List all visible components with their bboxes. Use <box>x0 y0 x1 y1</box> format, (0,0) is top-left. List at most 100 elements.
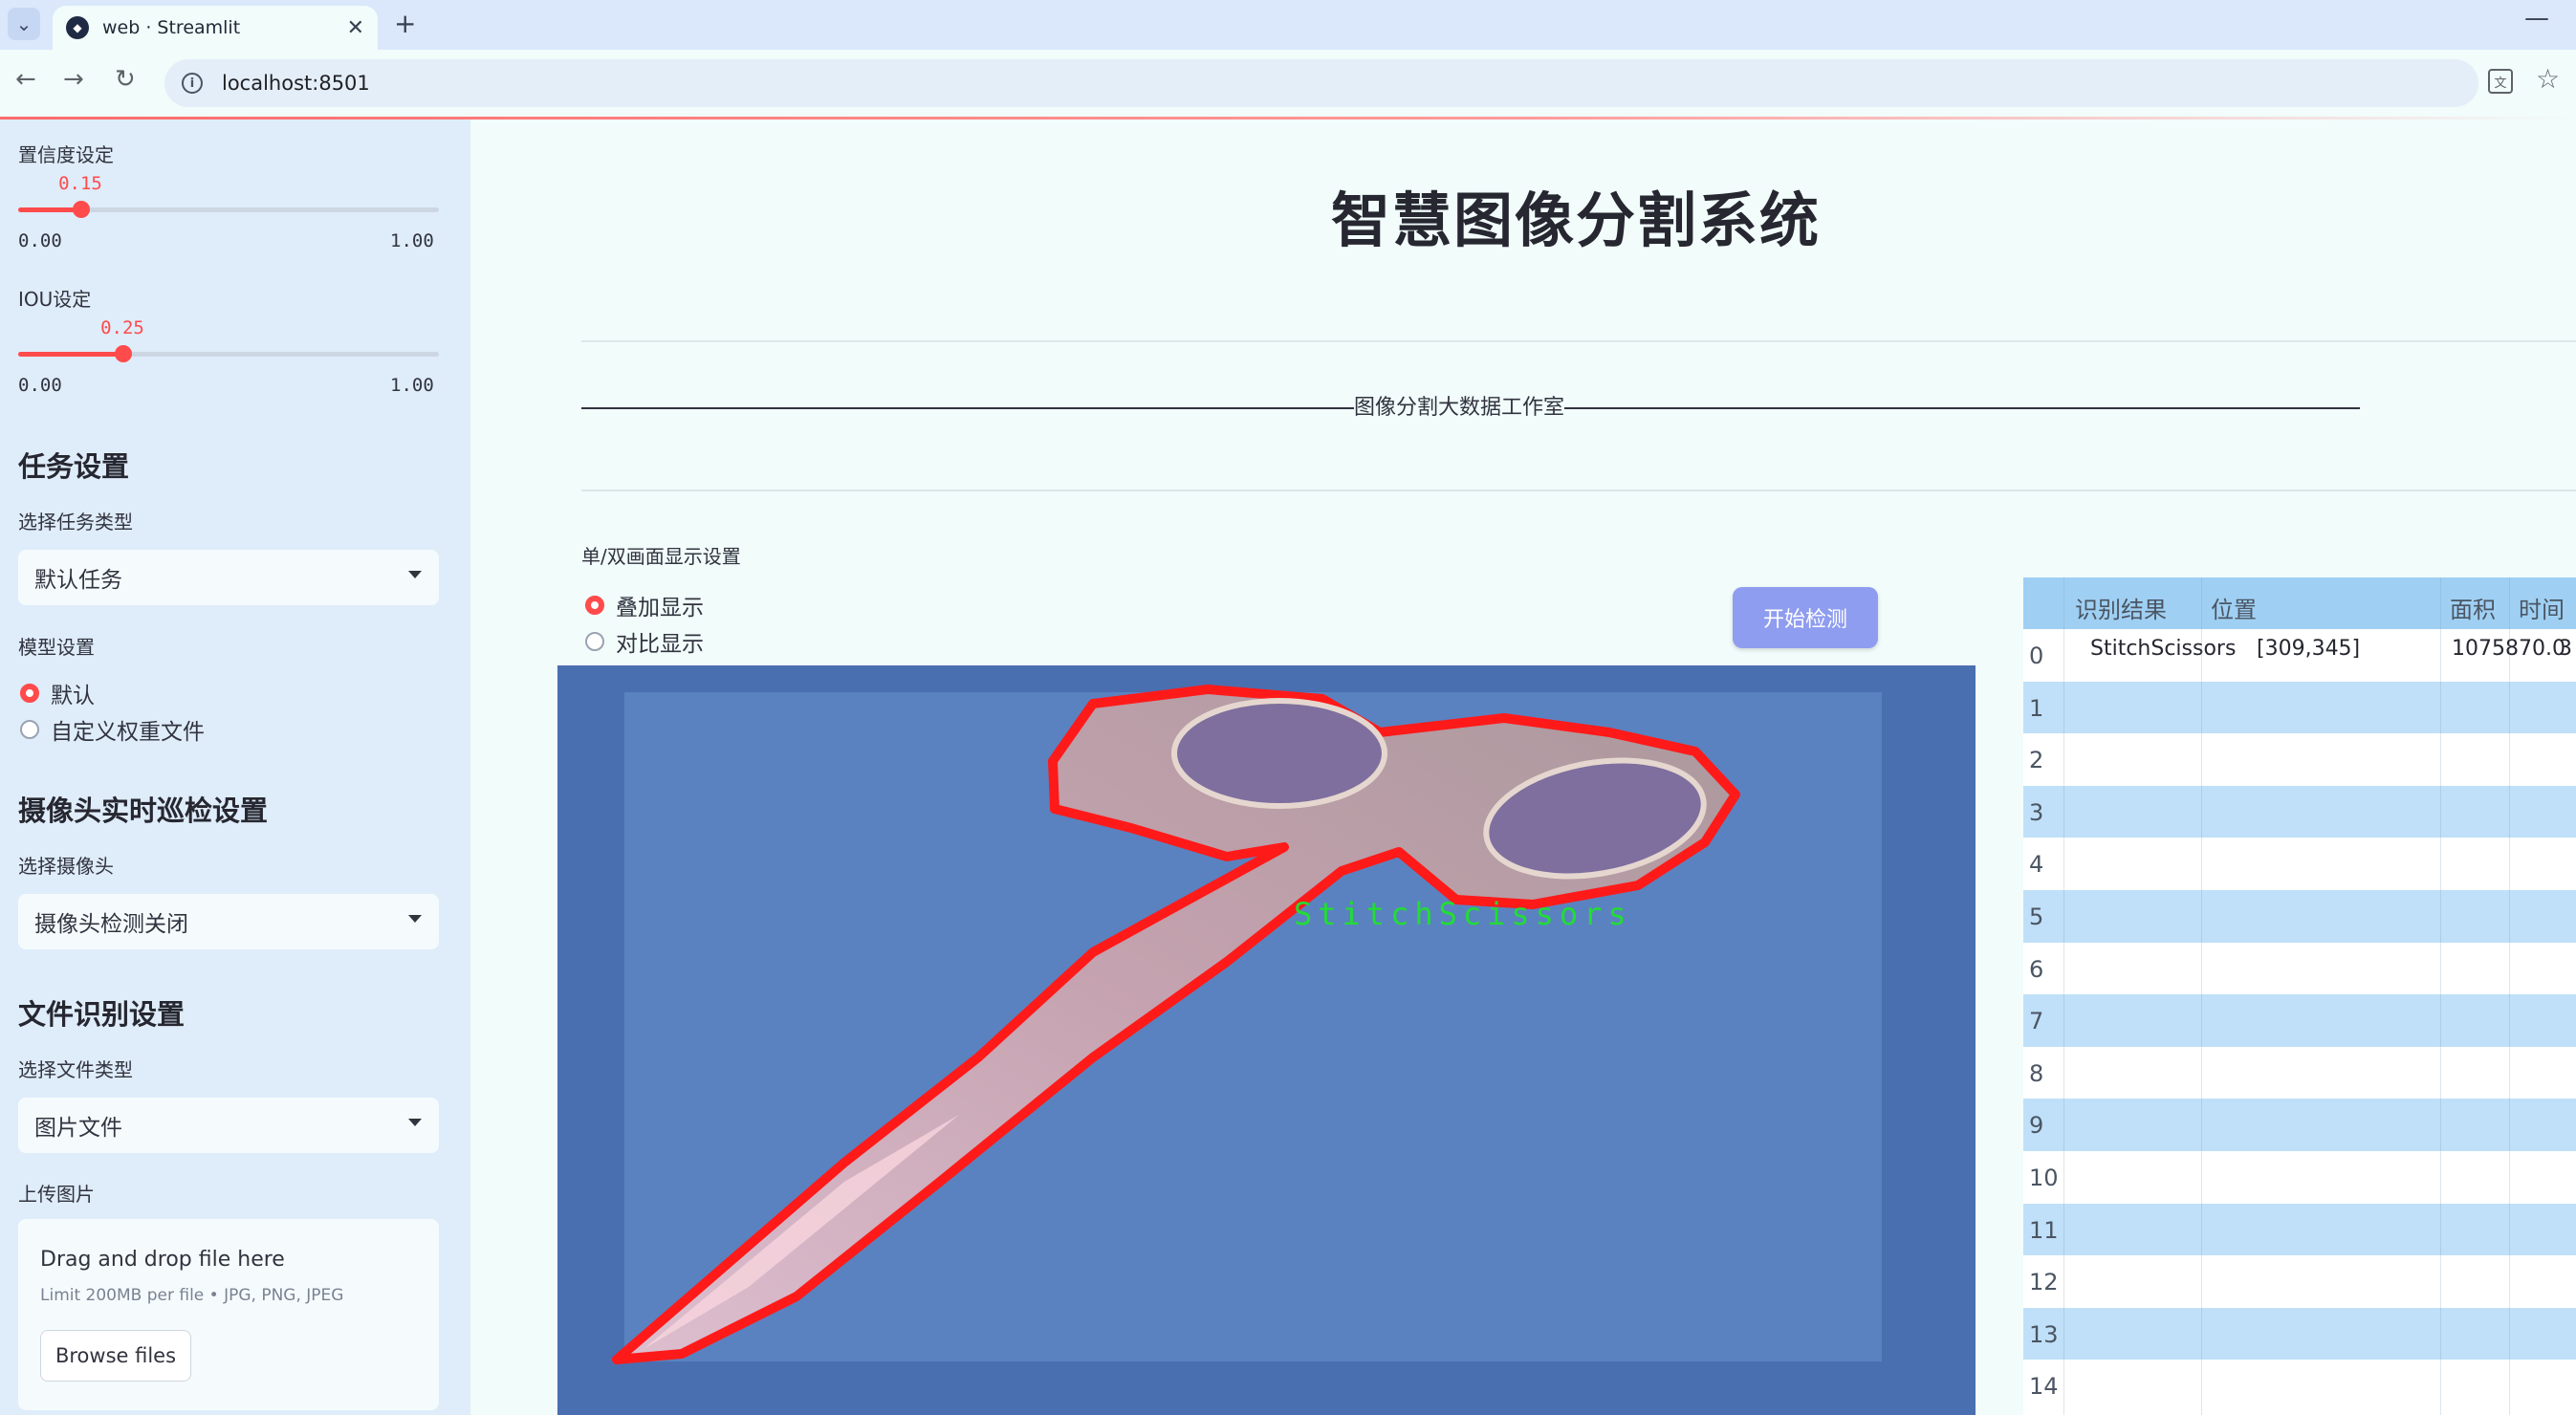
column-divider <box>2509 577 2510 1415</box>
column-header[interactable]: 位置 <box>2211 591 2257 624</box>
cell-result: StitchScissors <box>2090 637 2237 661</box>
browse-files-button[interactable]: Browse files <box>40 1330 191 1382</box>
table-row[interactable]: 10 <box>2023 1151 2576 1204</box>
reload-icon[interactable]: ↻ <box>115 65 136 94</box>
upload-label: 上传图片 <box>18 1183 95 1206</box>
task-type-select[interactable]: 默认任务 <box>18 550 439 605</box>
display-option-label: 对比显示 <box>616 632 704 657</box>
table-row[interactable]: 7 <box>2023 994 2576 1047</box>
table-row[interactable]: 13 <box>2023 1307 2576 1361</box>
scissors-ring-left <box>1171 698 1387 809</box>
task-type-value: 默认任务 <box>34 568 122 593</box>
display-option-compare[interactable]: 对比显示 <box>585 625 704 658</box>
table-row[interactable]: 4 <box>2023 838 2576 890</box>
row-index: 13 <box>2029 1320 2059 1348</box>
chevron-down-icon <box>408 1119 422 1126</box>
scissors-segmentation-overlay: StitchScissors <box>612 685 1740 1364</box>
iou-slider[interactable] <box>18 345 439 362</box>
browser-tab-bar: ⌄ ◆ web · Streamlit ✕ + — <box>0 0 2576 50</box>
table-row[interactable]: 5 <box>2023 890 2576 943</box>
table-row[interactable]: 11 <box>2023 1203 2576 1256</box>
display-option-label: 叠加显示 <box>616 596 704 620</box>
row-index: 10 <box>2029 1165 2059 1191</box>
table-row[interactable]: 8 <box>2023 1046 2576 1099</box>
studio-name: 图像分割大数据工作室 <box>1354 396 1565 420</box>
column-header[interactable]: 识别结果 <box>2075 591 2167 624</box>
column-header[interactable]: 面积 <box>2450 591 2496 624</box>
page-title: 智慧图像分割系统 <box>1331 185 1822 255</box>
task-settings-heading: 任务设置 <box>18 450 130 483</box>
row-index: 1 <box>2029 694 2044 722</box>
column-header[interactable]: 时间 <box>2519 591 2565 624</box>
new-tab-icon[interactable]: + <box>394 8 416 39</box>
cell-time: 3 <box>2559 637 2572 661</box>
row-index: 6 <box>2029 955 2044 983</box>
dash-line-left <box>581 407 1354 409</box>
task-type-label: 选择任务类型 <box>18 511 133 533</box>
radio-selected-icon <box>585 596 604 615</box>
blade-highlight <box>644 1115 959 1349</box>
url-text: localhost:8501 <box>222 72 370 95</box>
row-index: 11 <box>2029 1216 2059 1244</box>
tab-close-icon[interactable]: ✕ <box>347 16 364 40</box>
results-table[interactable]: 识别结果 位置 面积 时间 0 StitchScissors [309,345] 10… <box>2023 577 2576 1415</box>
uploader-limit: Limit 200MB per file • JPG, PNG, JPEG <box>40 1286 344 1305</box>
table-row[interactable]: 3 <box>2023 785 2576 838</box>
table-row[interactable]: 9 <box>2023 1099 2576 1151</box>
column-divider <box>2201 577 2202 1415</box>
file-type-select[interactable]: 图片文件 <box>18 1098 439 1153</box>
start-detection-button[interactable]: 开始检测 <box>1733 587 1878 648</box>
detection-image: StitchScissors <box>557 665 1976 1415</box>
model-option-label: 默认 <box>51 684 95 708</box>
studio-banner: 图像分割大数据工作室 <box>581 390 2361 421</box>
column-divider <box>2440 577 2441 1415</box>
translate-icon[interactable]: 文 <box>2488 69 2513 94</box>
window-minimize-icon[interactable]: — <box>2524 4 2549 33</box>
confidence-max: 1.00 <box>390 230 434 251</box>
table-row[interactable]: 6 <box>2023 942 2576 995</box>
confidence-min: 0.00 <box>18 230 62 251</box>
table-row[interactable]: 0 StitchScissors [309,345] 1075870.0 3 <box>2023 629 2576 682</box>
radio-unselected-icon <box>20 720 39 739</box>
row-index: 0 <box>2029 642 2044 669</box>
dash-line-right <box>1564 407 2361 409</box>
tab-search-icon[interactable]: ⌄ <box>8 8 40 40</box>
table-row[interactable]: 12 <box>2023 1255 2576 1308</box>
divider <box>581 490 2576 491</box>
iou-min: 0.00 <box>18 375 62 396</box>
table-row[interactable]: 14 <box>2023 1360 2576 1412</box>
column-divider <box>2063 577 2064 1415</box>
cell-position: [309,345] <box>2257 637 2361 661</box>
back-icon[interactable]: ← <box>15 65 36 94</box>
bookmark-star-icon[interactable]: ☆ <box>2536 63 2560 95</box>
iou-value: 0.25 <box>100 317 144 338</box>
table-header: 识别结果 位置 面积 时间 <box>2023 577 2576 629</box>
uploader-title: Drag and drop file here <box>40 1248 285 1272</box>
confidence-slider[interactable] <box>18 201 439 218</box>
url-field[interactable]: i localhost:8501 <box>164 59 2478 107</box>
iou-slider-fill <box>18 352 123 357</box>
file-uploader-dropzone[interactable]: Drag and drop file here Limit 200MB per … <box>18 1219 439 1410</box>
confidence-slider-thumb[interactable] <box>73 201 90 218</box>
model-option-default[interactable]: 默认 <box>20 677 95 709</box>
iou-label: IOU设定 <box>18 288 92 311</box>
divider <box>581 340 2576 342</box>
streamlit-favicon-icon: ◆ <box>66 16 89 39</box>
table-row[interactable]: 2 <box>2023 733 2576 786</box>
camera-select[interactable]: 摄像头检测关闭 <box>18 894 439 949</box>
confidence-label: 置信度设定 <box>18 143 114 166</box>
site-info-icon[interactable]: i <box>182 73 203 94</box>
camera-value: 摄像头检测关闭 <box>34 912 188 937</box>
table-row[interactable]: 1 <box>2023 681 2576 734</box>
row-index: 12 <box>2029 1269 2059 1296</box>
detection-label-text: StitchScissors <box>1294 896 1632 932</box>
browser-tab[interactable]: ◆ web · Streamlit ✕ <box>53 6 378 50</box>
iou-max: 1.00 <box>390 375 434 396</box>
camera-label: 选择摄像头 <box>18 855 114 878</box>
iou-slider-thumb[interactable] <box>115 345 132 362</box>
model-option-custom[interactable]: 自定义权重文件 <box>20 713 205 746</box>
forward-icon[interactable]: → <box>63 65 84 94</box>
display-option-overlay[interactable]: 叠加显示 <box>585 589 704 621</box>
file-settings-heading: 文件识别设置 <box>18 998 186 1031</box>
row-index: 9 <box>2029 1112 2044 1140</box>
